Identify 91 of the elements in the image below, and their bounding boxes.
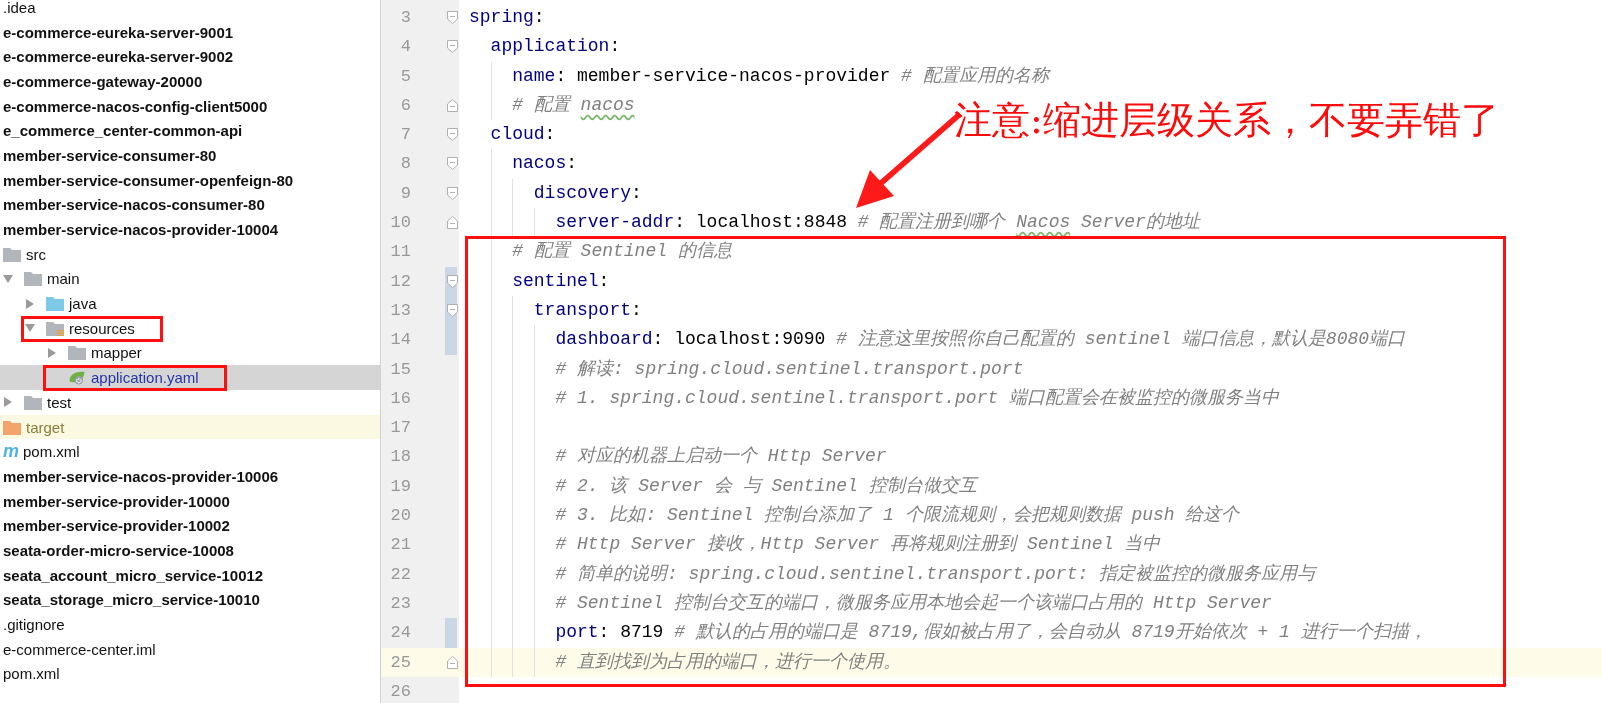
tree-item[interactable]: mapper — [0, 340, 380, 366]
code-line: transport: — [533, 298, 642, 322]
line-number: 22 — [389, 563, 411, 586]
code-line: # 简单的说明: spring.cloud.sentinel.transport.port: 指定被监控的微服务应用与 — [555, 562, 1316, 586]
line-number: 9 — [399, 182, 411, 205]
code-line: spring: — [469, 6, 545, 29]
fold-marker-icon[interactable] — [447, 98, 458, 112]
tree-item[interactable]: member-service-consumer-80 — [0, 143, 380, 168]
code-line: # 配置 Sentinel 的信息 — [512, 240, 732, 264]
code-line: name: member-service-nacos-provider # 配置应用的名称 — [512, 64, 1049, 88]
tree-item[interactable]: member-service-provider-10002 — [0, 513, 380, 539]
code-line: # Http Server 接收，Http Server 再将规则注册到 Sentinel 当中 — [555, 533, 1161, 557]
collapsed-arrow-icon[interactable] — [3, 397, 13, 408]
tree-item[interactable]: member-service-consumer-openfeign-80 — [0, 167, 380, 193]
line-number: 21 — [389, 534, 411, 557]
code-line: port: 8719 # 默认的占用的端口是 8719,假如被占用了，会自动从 8719开始依次 + 1 进行一个扫描， — [555, 621, 1427, 645]
code-line: server-addr: localhost:8848 # 配置注册到哪个 Nacos Server的地址 — [555, 211, 1200, 235]
line-number: 5 — [399, 65, 411, 88]
line-number: 16 — [389, 387, 411, 410]
fold-marker-icon[interactable] — [447, 655, 458, 669]
tree-item[interactable]: seata_storage_micro_service-10010 — [0, 587, 380, 613]
tree-item[interactable]: e-commerce-eureka-server-9001 — [0, 19, 380, 45]
tree-item[interactable]: e-commerce-nacos-config-client5000 — [0, 93, 380, 119]
line-number: 8 — [399, 153, 411, 176]
line-number: 26 — [389, 680, 411, 703]
code-line: cloud: — [490, 123, 556, 147]
line-number: 24 — [389, 622, 411, 645]
line-number: 13 — [389, 299, 411, 322]
line-number: 6 — [399, 94, 411, 117]
fold-marker-icon[interactable] — [447, 303, 458, 317]
fold-marker-icon[interactable] — [447, 274, 458, 288]
tree-item[interactable]: target — [0, 414, 380, 440]
expanded-arrow-icon[interactable] — [25, 323, 35, 334]
code-line: sentinel: — [512, 269, 610, 293]
tree-item[interactable]: seata_account_micro_service-10012 — [0, 562, 380, 588]
code-line: # 直到找到为占用的端口，进行一个使用。 — [555, 650, 901, 674]
line-number: 15 — [389, 358, 411, 381]
fold-marker-icon[interactable] — [447, 186, 458, 200]
line-number: 17 — [389, 417, 411, 440]
tree-item[interactable]: src — [0, 241, 380, 267]
tree-item[interactable]: java — [0, 291, 380, 316]
tree-item[interactable]: e-commerce-gateway-20000 — [0, 69, 380, 94]
code-line: dashboard: localhost:9090 # 注意这里按照你自己配置的 sentinel 端口信息，默认是8080端口 — [555, 328, 1406, 352]
code-line: # 配置 nacos — [512, 93, 635, 117]
fold-marker-icon[interactable] — [447, 128, 458, 142]
line-number: 19 — [389, 475, 411, 498]
fold-marker-icon[interactable] — [447, 216, 458, 230]
annotation-note: 注意:缩进层级关系，不要弄错了 — [954, 97, 1499, 144]
line-number: 14 — [389, 329, 411, 352]
line-number: 11 — [389, 241, 411, 264]
code-line: # 解读: spring.cloud.sentinel.transport.port — [555, 357, 1024, 381]
line-number: 20 — [389, 505, 411, 528]
code-line: # Sentinel 控制台交互的端口，微服务应用本地会起一个该端口占用的 Http Server — [555, 591, 1272, 615]
code-line: # 2. 该 Server 会 与 Sentinel 控制台做交互 — [555, 474, 977, 498]
line-number: 23 — [389, 592, 411, 615]
tree-item[interactable]: resources — [0, 315, 380, 341]
line-number: 12 — [389, 270, 411, 293]
tree-item[interactable]: member-service-provider-10000 — [0, 488, 380, 514]
tree-item[interactable]: e-commerce-center.iml — [0, 636, 380, 662]
code-line: application: — [490, 35, 621, 59]
code-line: # 对应的机器上启动一个 Http Server — [555, 445, 887, 469]
fold-marker-icon[interactable] — [447, 157, 458, 171]
expanded-arrow-icon[interactable] — [3, 273, 13, 284]
tree-item[interactable]: .idea — [0, 0, 380, 20]
tree-item[interactable]: pom.xml — [0, 661, 380, 687]
code-line: # 1. spring.cloud.sentinel.transport.port 端口配置会在被监控的微服务当中 — [555, 386, 1280, 410]
line-number: 4 — [399, 36, 411, 59]
tree-item[interactable]: e_commerce_center-common-api — [0, 118, 380, 144]
tree-item[interactable]: test — [0, 390, 380, 415]
tree-item[interactable]: m pom.xml — [0, 439, 380, 465]
tree-item[interactable]: seata-order-micro-service-10008 — [0, 538, 380, 563]
tree-item[interactable]: member-service-nacos-consumer-80 — [0, 192, 380, 218]
fold-marker-icon[interactable] — [447, 40, 458, 54]
line-number: 3 — [399, 7, 411, 29]
code-line: discovery: — [533, 181, 642, 205]
line-number: 10 — [389, 212, 411, 235]
line-number: 25 — [389, 651, 411, 674]
tree-item[interactable]: application.yaml — [0, 365, 380, 390]
tree-item[interactable]: .gitignore — [0, 612, 380, 637]
fold-marker-icon[interactable] — [447, 11, 458, 24]
line-number: 18 — [389, 446, 411, 469]
tree-item[interactable]: member-service-nacos-provider-10004 — [0, 217, 380, 242]
tree-item[interactable]: member-service-nacos-provider-10006 — [0, 464, 380, 489]
collapsed-arrow-icon[interactable] — [47, 347, 57, 358]
line-number: 7 — [399, 124, 411, 147]
code-line: # 3. 比如: Sentinel 控制台添加了 1 个限流规则，会把规则数据 push 给这个 — [555, 504, 1240, 528]
maven-icon: m — [3, 441, 19, 463]
tree-item[interactable]: e-commerce-eureka-server-9002 — [0, 44, 380, 70]
code-line: nacos: — [512, 152, 577, 176]
tree-item[interactable]: main — [0, 266, 380, 292]
collapsed-arrow-icon[interactable] — [25, 298, 35, 309]
